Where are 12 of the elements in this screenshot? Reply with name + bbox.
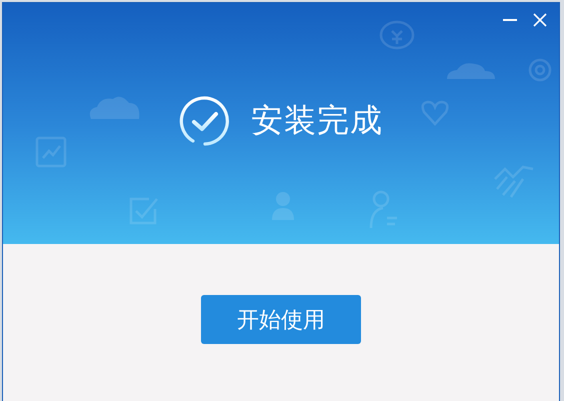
person-icon [369,190,399,230]
heart-icon [421,99,449,127]
checkbox-icon [127,195,161,227]
person-icon [270,191,296,221]
status-title: 安装完成 [251,100,383,140]
check-circle-icon [179,94,231,146]
minimize-icon [503,19,517,21]
chart-icon [35,136,67,168]
start-button[interactable]: 开始使用 [201,295,361,344]
trend-chart-icon [493,163,535,199]
close-icon [533,13,547,27]
cloud-icon [445,61,497,79]
